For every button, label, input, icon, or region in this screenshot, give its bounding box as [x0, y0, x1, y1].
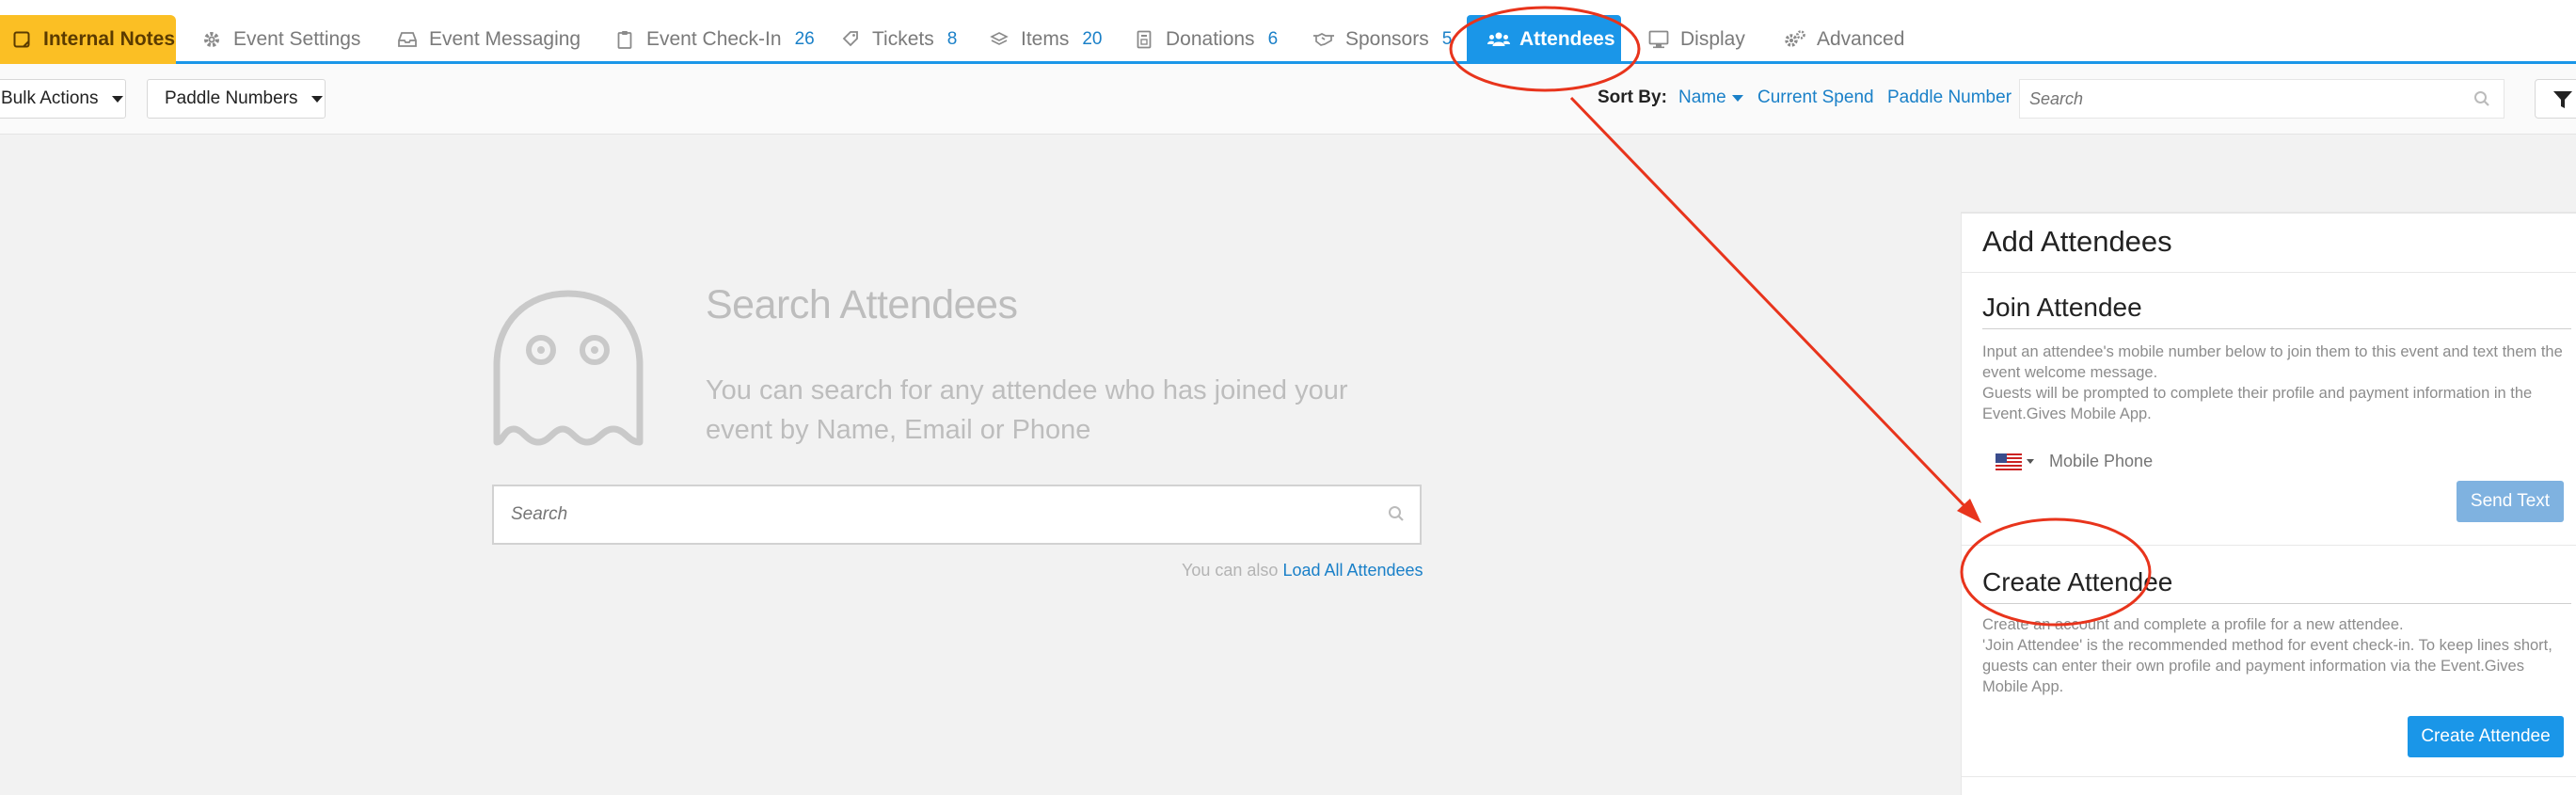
sort-option-label: Name [1678, 87, 1726, 107]
tab-event-check-in[interactable]: Event Check-In 26 [612, 15, 815, 64]
tab-label: Advanced [1817, 28, 1905, 50]
tab-count: 6 [1267, 29, 1279, 49]
annotation-arrow-line [1569, 96, 1974, 516]
paddle-numbers-dropdown[interactable]: Paddle Numbers [147, 79, 326, 119]
caret-down-icon [2027, 459, 2034, 464]
sort-paddle-number-link[interactable]: Paddle Number [1887, 87, 2012, 108]
section-rule [1982, 328, 2571, 329]
tab-count: 20 [1082, 29, 1103, 49]
search-icon[interactable] [1388, 505, 1405, 527]
ghost-icon [487, 284, 649, 451]
empty-state-description: You can search for any attendee who has … [706, 375, 1348, 445]
attendee-search-box [2019, 79, 2504, 119]
sticky-note-icon [9, 27, 34, 52]
tab-event-messaging[interactable]: Event Messaging [395, 15, 580, 64]
main-search-input[interactable] [509, 486, 1360, 543]
panel-title: Add Attendees [1982, 225, 2172, 258]
tab-count: 26 [794, 29, 815, 49]
bulk-actions-dropdown[interactable]: Bulk Actions [0, 79, 126, 119]
create-attendee-button[interactable]: Create Attendee [2408, 716, 2564, 757]
tab-label: Internal Notes [43, 28, 176, 50]
us-flag-icon[interactable] [1996, 453, 2034, 470]
mobile-phone-input[interactable] [2047, 451, 2427, 472]
search-input[interactable] [2027, 80, 2445, 118]
send-text-button[interactable]: Send Text [2457, 481, 2564, 522]
join-attendee-desc-2: Guests will be prompted to complete thei… [1982, 385, 2533, 422]
ticket-icon [838, 27, 863, 52]
join-attendee-title: Join Attendee [1982, 293, 2142, 322]
mobile-phone-row [1996, 451, 2427, 472]
create-attendee-desc-1: Create an account and complete a profile… [1982, 616, 2404, 633]
tab-tickets[interactable]: Tickets 8 [838, 15, 957, 64]
sort-name-link[interactable]: Name [1678, 87, 1743, 108]
empty-state-title: Search Attendees [706, 282, 1018, 327]
donation-box-icon [1132, 27, 1156, 52]
gears-icon [1783, 27, 1807, 52]
tab-label: Attendees [1519, 28, 1615, 50]
search-icon[interactable] [2473, 90, 2490, 112]
tab-sponsors[interactable]: Sponsors 5 [1312, 15, 1452, 64]
main-tab-bar: Internal Notes Event Settings Event Mess… [0, 0, 2576, 64]
tab-advanced[interactable]: Advanced [1783, 15, 1904, 64]
tab-label: Display [1680, 28, 1745, 50]
tab-internal-notes[interactable]: Internal Notes [0, 15, 176, 64]
paddle-numbers-label: Paddle Numbers [165, 88, 298, 108]
tab-label: Event Messaging [429, 28, 581, 50]
tab-count: 8 [946, 29, 958, 49]
tab-label: Donations [1166, 28, 1255, 50]
section-divider [1962, 545, 2576, 546]
load-all-prefix: You can also [1182, 561, 1279, 580]
layers-icon [987, 27, 1011, 52]
tab-label: Event Check-In [646, 28, 782, 50]
load-all-attendees-link[interactable]: Load All Attendees [1282, 561, 1423, 580]
sort-by-label: Sort By: [1598, 87, 1667, 107]
section-divider [1962, 776, 2576, 777]
clipboard-icon [612, 27, 637, 52]
inbox-icon [395, 27, 420, 52]
monitor-icon [1646, 27, 1671, 52]
users-icon [1487, 27, 1510, 52]
panel-header: Add Attendees [1962, 214, 2576, 273]
tab-count: 5 [1441, 29, 1453, 49]
handshake-icon [1312, 27, 1336, 52]
tab-donations[interactable]: Donations 6 [1132, 15, 1278, 64]
create-attendee-desc-2: 'Join Attendee' is the recommended metho… [1982, 637, 2552, 695]
load-all-text: You can also Load All Attendees [1182, 561, 1423, 580]
tab-display[interactable]: Display [1646, 15, 1745, 64]
join-attendee-desc-1: Input an attendee's mobile number below … [1982, 343, 2563, 381]
filter-button[interactable] [2535, 79, 2576, 119]
filter-icon [2552, 89, 2573, 115]
caret-down-icon [1731, 94, 1743, 102]
tab-label: Tickets [872, 28, 934, 50]
tab-label: Items [1021, 28, 1070, 50]
list-toolbar: Bulk Actions Paddle Numbers Sort By: Nam… [0, 64, 2576, 135]
tab-items[interactable]: Items 20 [987, 15, 1102, 64]
create-attendee-title: Create Attendee [1982, 567, 2173, 596]
tab-label: Event Settings [233, 28, 361, 50]
gear-icon [199, 27, 224, 52]
tab-event-settings[interactable]: Event Settings [199, 15, 360, 64]
tab-attendees[interactable]: Attendees [1467, 15, 1621, 64]
main-attendee-search [492, 485, 1422, 545]
section-rule [1982, 603, 2571, 604]
caret-down-icon [111, 95, 123, 103]
sort-current-spend-link[interactable]: Current Spend [1757, 87, 1874, 108]
caret-down-icon [310, 95, 323, 103]
bulk-actions-label: Bulk Actions [1, 88, 99, 108]
tab-label: Sponsors [1345, 28, 1429, 50]
add-attendees-panel: Add Attendees Join Attendee Input an att… [1961, 212, 2576, 795]
